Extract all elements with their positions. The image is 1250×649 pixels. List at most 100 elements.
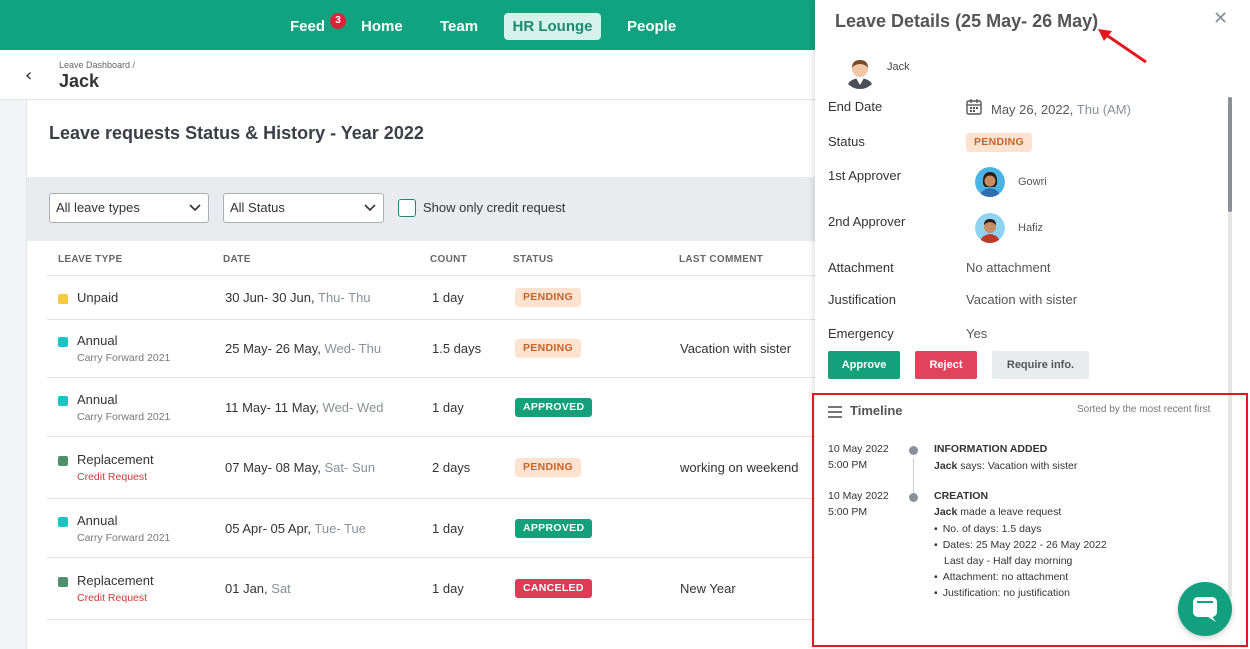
leave-type-color-dot <box>58 456 68 466</box>
day-range: Wed- Wed <box>322 400 384 415</box>
leave-date: 25 May- 26 May, Wed- Thu <box>225 341 381 356</box>
chat-launcher-button[interactable] <box>1178 582 1232 636</box>
credit-only-checkbox[interactable] <box>398 199 416 217</box>
leave-subtype: Carry Forward 2021 <box>77 352 171 364</box>
status-label: Status <box>828 134 865 149</box>
page-header: ‹ Leave Dashboard / Jack <box>0 50 815 100</box>
end-date-label: End Date <box>828 99 883 114</box>
leave-count: 1.5 days <box>432 341 482 356</box>
leave-subtype: Carry Forward 2021 <box>77 532 171 544</box>
day-range: Sat <box>271 581 291 596</box>
date-range: 30 Jun- 30 Jun, <box>225 290 315 305</box>
table-row[interactable]: Replacement Credit Request 07 May- 08 May,… <box>47 436 816 498</box>
status-badge: APPROVED <box>515 519 593 538</box>
end-date-day: Thu (AM) <box>1076 102 1131 117</box>
leave-type-value: All leave types <box>56 200 140 215</box>
approver1-avatar <box>975 167 1005 197</box>
table-row[interactable]: Annual Carry Forward 2021 25 May- 26 May, … <box>47 319 816 377</box>
status-select[interactable]: All Status <box>223 193 384 223</box>
nav-people[interactable]: People <box>627 13 676 40</box>
column-header-leave-type: LEAVE TYPE <box>58 254 123 265</box>
leave-type: Annual <box>77 392 118 407</box>
approver2-label: 2nd Approver <box>828 214 906 229</box>
approver2-avatar <box>975 213 1005 243</box>
panel-scrollbar-thumb[interactable] <box>1228 97 1232 212</box>
leave-type-color-dot <box>58 517 68 527</box>
last-comment: Vacation with sister <box>680 341 792 356</box>
table-row[interactable]: Annual Carry Forward 2021 05 Apr- 05 Apr, … <box>47 498 816 557</box>
employee-name: Jack <box>887 61 910 73</box>
avatar <box>843 55 877 89</box>
panel-title: Leave Details (25 May- 26 May) <box>835 11 1099 31</box>
leave-subtype: Credit Request <box>77 471 148 483</box>
column-header-last-comment: LAST COMMENT <box>679 254 764 265</box>
emergency-value: Yes <box>966 326 988 341</box>
chat-icon <box>1193 597 1217 622</box>
leave-count: 1 day <box>432 290 464 305</box>
leave-type-color-dot <box>58 337 68 347</box>
leave-type-color-dot <box>58 577 68 587</box>
leave-date: 05 Apr- 05 Apr, Tue- Tue <box>225 521 366 536</box>
leave-date: 07 May- 08 May, Sat- Sun <box>225 460 375 475</box>
approver1-name: Gowri <box>1018 176 1047 188</box>
nav-hr-lounge[interactable]: HR Lounge <box>504 13 601 40</box>
status-badge: PENDING <box>966 133 1032 152</box>
credit-only-label[interactable]: Show only credit request <box>423 200 565 215</box>
leave-type-color-dot <box>58 294 68 304</box>
table-row[interactable]: Replacement Credit Request 01 Jan, Sat 1 da… <box>47 557 816 619</box>
approve-button[interactable]: Approve <box>828 351 900 379</box>
leave-type: Annual <box>77 333 118 348</box>
require-info-button[interactable]: Require info. <box>992 351 1089 379</box>
page-title: Jack <box>59 71 100 91</box>
table-bottom-border <box>47 619 816 620</box>
nav-home[interactable]: Home <box>361 13 403 40</box>
day-range: Wed- Thu <box>324 341 382 356</box>
end-date-value: May 26, 2022, Thu (AM) <box>991 102 1131 117</box>
date-range: 25 May- 26 May, <box>225 341 321 356</box>
leave-type: Annual <box>77 513 118 528</box>
attachment-label: Attachment <box>828 260 894 275</box>
leave-subtype: Credit Request <box>77 592 148 604</box>
nav-feed[interactable]: Feed <box>290 13 325 40</box>
emergency-label: Emergency <box>828 326 894 341</box>
nav-team[interactable]: Team <box>440 13 478 40</box>
table-row[interactable]: Unpaid 30 Jun- 30 Jun, Thu- Thu 1 day PENDI… <box>47 275 816 319</box>
status-badge: PENDING <box>515 288 581 307</box>
justification-label: Justification <box>828 292 896 307</box>
back-arrow-icon[interactable]: ‹ <box>25 65 32 86</box>
last-comment: New Year <box>680 581 736 596</box>
status-badge: CANCELED <box>515 579 592 598</box>
leave-date: 01 Jan, Sat <box>225 581 291 596</box>
table-row[interactable]: Annual Carry Forward 2021 11 May- 11 May, … <box>47 377 816 436</box>
leave-type: Replacement <box>77 452 154 467</box>
leave-count: 2 days <box>432 460 471 475</box>
leave-type-select[interactable]: All leave types <box>49 193 209 223</box>
leave-type: Unpaid <box>77 290 119 305</box>
reject-button[interactable]: Reject <box>915 351 977 379</box>
annotation-arrow-icon <box>1098 29 1147 64</box>
leave-history-card: Leave requests Status & History - Year 2… <box>26 100 816 649</box>
column-header-status: STATUS <box>513 254 554 265</box>
chevron-down-icon <box>188 194 202 232</box>
attachment-value: No attachment <box>966 260 1051 275</box>
filter-bar: All leave types All Status Show only cre… <box>27 177 816 241</box>
approver1-label: 1st Approver <box>828 168 901 183</box>
leave-subtype: Carry Forward 2021 <box>77 411 171 423</box>
day-range: Thu- Thu <box>318 290 371 305</box>
leave-type: Replacement <box>77 573 154 588</box>
approver2-name: Hafiz <box>1018 222 1044 234</box>
feed-notification-badge: 3 <box>330 13 346 29</box>
status-badge: PENDING <box>515 339 581 358</box>
breadcrumb[interactable]: Leave Dashboard / <box>59 60 135 70</box>
status-badge: PENDING <box>515 458 581 477</box>
last-comment: working on weekend <box>680 460 799 475</box>
date-range: 01 Jan, <box>225 581 268 596</box>
close-icon[interactable]: ✕ <box>1213 8 1228 29</box>
leave-type-color-dot <box>58 396 68 406</box>
leave-count: 1 day <box>432 400 464 415</box>
chevron-down-icon <box>363 194 377 232</box>
date-range: 05 Apr- 05 Apr, <box>225 521 312 536</box>
date-range: 11 May- 11 May, <box>225 400 319 415</box>
day-range: Sat- Sun <box>324 460 376 475</box>
status-filter-value: All Status <box>230 200 285 215</box>
